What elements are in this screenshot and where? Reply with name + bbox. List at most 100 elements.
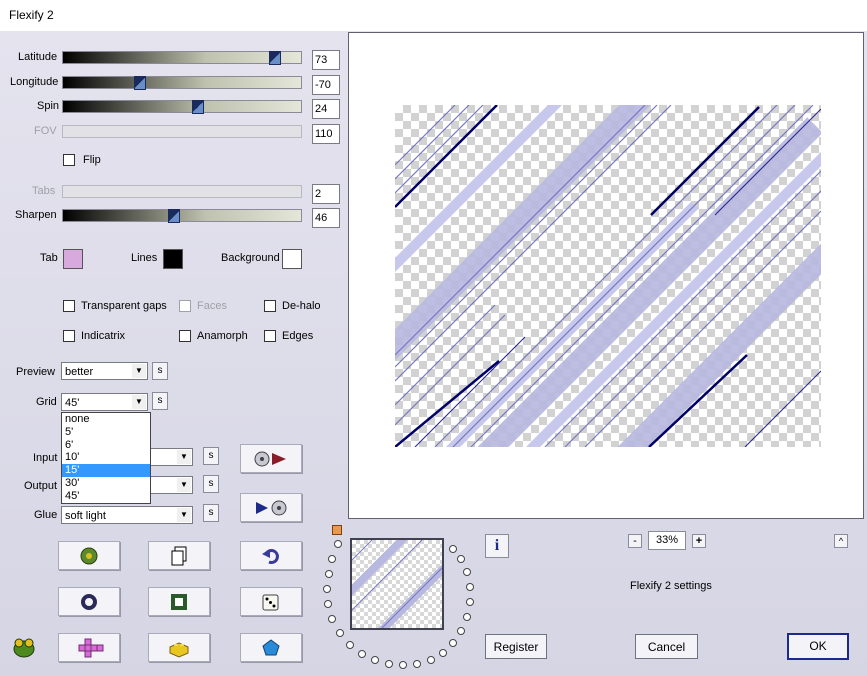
dial-dot[interactable] <box>328 555 336 563</box>
dial-dot[interactable] <box>328 615 336 623</box>
sharpen-value[interactable]: 46 <box>312 208 340 228</box>
dial-dot[interactable] <box>457 555 465 563</box>
save-preset-button[interactable] <box>240 493 302 522</box>
info-button[interactable]: i <box>485 534 509 558</box>
dice-icon <box>262 594 279 610</box>
faces-checkbox[interactable] <box>179 300 191 312</box>
tabs-slider[interactable] <box>62 185 302 198</box>
dial-dot[interactable] <box>325 570 333 578</box>
glue-select[interactable]: soft light ▼ <box>61 506 193 524</box>
sharpen-slider-thumb[interactable] <box>168 209 180 223</box>
grid-option[interactable]: none <box>62 413 150 426</box>
dial-dot[interactable] <box>466 583 474 591</box>
latitude-label: Latitude <box>18 51 58 63</box>
preview-image[interactable] <box>395 105 821 447</box>
fov-value[interactable]: 110 <box>312 124 340 144</box>
load-preset-button[interactable] <box>240 444 302 473</box>
dial-dot[interactable] <box>449 639 457 647</box>
dial-dot[interactable] <box>385 660 393 668</box>
spin-slider-thumb[interactable] <box>192 100 204 114</box>
dial-dot[interactable] <box>463 568 471 576</box>
spin-value[interactable]: 24 <box>312 99 340 119</box>
dial-dot[interactable] <box>371 656 379 664</box>
glue-s-button[interactable]: s <box>203 504 219 522</box>
background-color-swatch[interactable] <box>282 249 302 269</box>
flip-checkbox[interactable] <box>63 154 75 166</box>
copy-button[interactable] <box>148 541 210 570</box>
dial-dot[interactable] <box>346 641 354 649</box>
dial-dot[interactable] <box>439 649 447 657</box>
dial-dot[interactable] <box>457 627 465 635</box>
transparent-gaps-checkbox[interactable] <box>63 300 75 312</box>
polyhedron-button[interactable] <box>240 633 302 662</box>
zoom-in-button[interactable]: + <box>692 534 706 548</box>
grid-dropdown-list[interactable]: none 5' 6' 10' 15' 30' 45' <box>61 412 151 504</box>
sharpen-slider[interactable] <box>62 209 302 223</box>
dial-dot[interactable] <box>334 540 342 548</box>
brick-button[interactable] <box>148 633 210 662</box>
preview-s-button[interactable]: s <box>152 362 168 380</box>
tabs-value[interactable]: 2 <box>312 184 340 204</box>
undo-button[interactable] <box>240 541 302 570</box>
lines-color-swatch[interactable] <box>163 249 183 269</box>
register-button[interactable]: Register <box>485 634 547 659</box>
dial-dot[interactable] <box>463 613 471 621</box>
ok-button[interactable]: OK <box>787 633 849 660</box>
lines-color-label: Lines <box>131 252 158 264</box>
chevron-down-icon: ▼ <box>177 450 191 464</box>
output-s-button[interactable]: s <box>203 475 219 493</box>
randomize-button[interactable] <box>58 541 120 570</box>
edges-checkbox[interactable] <box>264 330 276 342</box>
latitude-slider-thumb[interactable] <box>269 51 281 65</box>
dial-dot[interactable] <box>323 585 331 593</box>
cancel-button[interactable]: Cancel <box>635 634 698 659</box>
indicatrix-label: Indicatrix <box>81 330 126 342</box>
grid-option[interactable]: 10' <box>62 451 150 464</box>
square-button[interactable] <box>148 587 210 616</box>
navigator-handle-icon[interactable] <box>332 525 342 535</box>
longitude-slider[interactable] <box>62 76 302 90</box>
latitude-slider[interactable] <box>62 51 302 65</box>
grid-option[interactable]: 6' <box>62 439 150 452</box>
latitude-value[interactable]: 73 <box>312 50 340 70</box>
longitude-slider-thumb[interactable] <box>134 76 146 90</box>
indicatrix-checkbox[interactable] <box>63 330 75 342</box>
preview-panel[interactable] <box>348 32 864 519</box>
dial-dot[interactable] <box>324 600 332 608</box>
background-color-label: Background <box>221 252 280 264</box>
de-halo-checkbox[interactable] <box>264 300 276 312</box>
anamorph-checkbox[interactable] <box>179 330 191 342</box>
dial-dot[interactable] <box>466 598 474 606</box>
title-bar: Flexify 2 <box>0 0 867 32</box>
input-s-button[interactable]: s <box>203 447 219 465</box>
preview-select[interactable]: better ▼ <box>61 362 148 380</box>
dial-dot[interactable] <box>399 661 407 669</box>
random-dice-button[interactable] <box>240 587 302 616</box>
dial-dot[interactable] <box>336 629 344 637</box>
longitude-value[interactable]: -70 <box>312 75 340 95</box>
grid-select[interactable]: 45' ▼ <box>61 393 148 411</box>
grid-option[interactable]: 5' <box>62 426 150 439</box>
grid-s-button[interactable]: s <box>152 392 168 410</box>
chevron-down-icon: ▼ <box>177 478 191 492</box>
grid-option[interactable]: 45' <box>62 490 150 503</box>
dial-dot[interactable] <box>358 650 366 658</box>
frog-icon <box>80 547 98 564</box>
collapse-button[interactable]: ^ <box>834 534 848 548</box>
fov-slider[interactable] <box>62 125 302 138</box>
zoom-out-button[interactable]: - <box>628 534 642 548</box>
tab-color-swatch[interactable] <box>63 249 83 269</box>
dial-dot[interactable] <box>449 545 457 553</box>
spin-label: Spin <box>37 100 60 112</box>
dial-dot[interactable] <box>413 660 421 668</box>
cube-net-button[interactable] <box>58 633 120 662</box>
grid-option[interactable]: 30' <box>62 477 150 490</box>
grid-option-highlighted[interactable]: 15' <box>62 464 150 477</box>
dial-dot[interactable] <box>427 656 435 664</box>
glue-select-value: soft light <box>65 510 106 522</box>
navigator-thumbnail[interactable] <box>350 538 444 630</box>
faces-label: Faces <box>197 300 227 312</box>
ring-button[interactable] <box>58 587 120 616</box>
glue-label: Glue <box>34 509 58 521</box>
spin-slider[interactable] <box>62 100 302 114</box>
